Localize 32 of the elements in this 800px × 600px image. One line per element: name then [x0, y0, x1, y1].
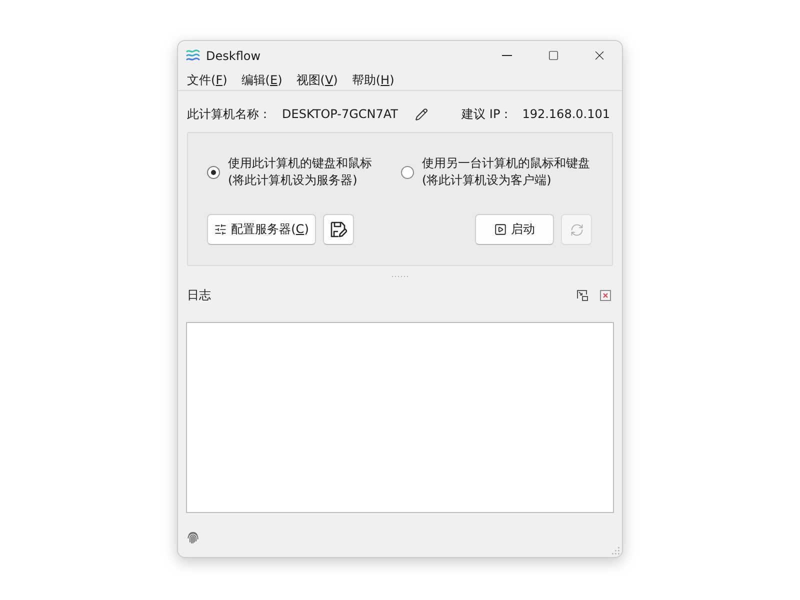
suggested-ip-label: 建议 IP：	[462, 106, 512, 122]
window-title: Deskflow	[206, 48, 262, 62]
mode-label: 使用此计算机的键盘和鼠标	[228, 155, 372, 172]
suggested-ip: 192.168.0.101	[522, 107, 610, 121]
menu-item[interactable]: 帮助(H)	[346, 70, 400, 90]
computer-name: DESKTOP-7GCN7AT	[282, 107, 398, 121]
minimize-icon	[502, 55, 512, 56]
save-button[interactable]	[323, 214, 354, 245]
float-icon[interactable]	[577, 290, 588, 300]
maximize-icon	[548, 50, 558, 61]
refresh-icon	[570, 222, 584, 236]
play-icon	[494, 223, 507, 236]
radio-button[interactable]	[207, 166, 220, 178]
configure-server-button[interactable]: 配置服务器(C)	[207, 214, 316, 245]
menu-item[interactable]: 编辑(E)	[235, 70, 288, 90]
sliders-icon	[214, 223, 228, 236]
log-text-area[interactable]	[186, 322, 614, 513]
close-icon[interactable]	[600, 290, 611, 300]
menu-item[interactable]: 视图(V)	[290, 70, 344, 90]
mode-hint: (将此计算机设为客户端)	[422, 172, 552, 189]
save-edit-icon	[330, 221, 347, 238]
mode-label: 使用另一台计算机的鼠标和键盘	[422, 155, 590, 172]
start-button[interactable]: 启动	[475, 214, 554, 245]
fingerprint-icon	[187, 531, 199, 544]
mode-hint: (将此计算机设为服务器)	[228, 172, 358, 189]
log-title: 日志	[187, 286, 211, 304]
edit-icon[interactable]	[414, 107, 428, 121]
resize-grip-icon[interactable]	[611, 546, 620, 555]
computer-name-label: 此计算机名称：	[187, 106, 271, 122]
app-logo-icon	[186, 49, 200, 62]
radio-button[interactable]	[401, 166, 414, 178]
menu-item[interactable]: 文件(F)	[181, 70, 234, 90]
